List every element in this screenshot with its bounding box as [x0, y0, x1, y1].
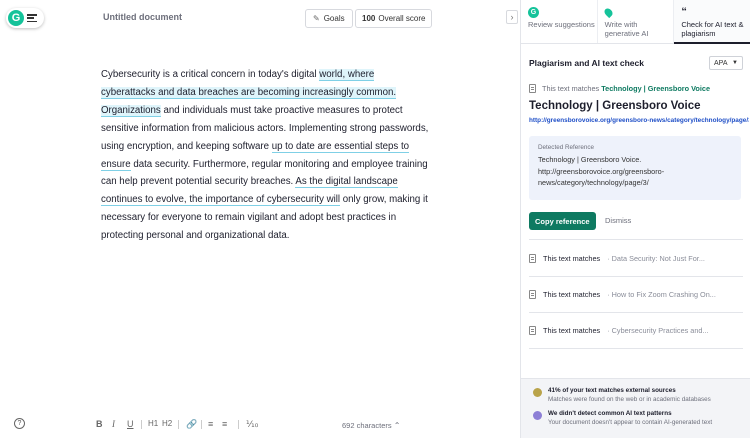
source-title: Technology | Greensboro Voice: [529, 100, 701, 112]
document-title[interactable]: Untitled document: [103, 12, 182, 22]
link-icon[interactable]: 🔗: [186, 419, 197, 430]
match-source: · Cybersecurity Practices and...: [607, 326, 709, 335]
document-icon: [529, 254, 536, 263]
match-label: This text matches: [543, 290, 601, 299]
panel-tabs: G Review suggestions Write with generati…: [521, 0, 750, 44]
assistant-panel: G Review suggestions Write with generati…: [520, 0, 750, 438]
pin-icon: [602, 6, 614, 18]
copy-reference-button[interactable]: Copy reference: [529, 212, 596, 230]
tab-plagiarism-check[interactable]: “ Check for AI text & plagiarism: [674, 0, 750, 44]
chevron-right-icon: ›: [510, 12, 514, 22]
score-label: Overall score: [378, 14, 426, 23]
match-prefix: This text matches: [542, 84, 600, 93]
plagiarism-summary-subtitle: Matches were found on the web or in acad…: [548, 396, 711, 403]
ai-detection-icon: [533, 411, 542, 420]
caret-down-icon: ▼: [732, 60, 738, 66]
tab-generative-ai[interactable]: Write with generative AI: [598, 0, 675, 43]
match-label: This text matches: [543, 326, 601, 335]
clear-format-icon[interactable]: ⅒: [246, 419, 258, 430]
citation-style-select[interactable]: APA ▼: [709, 56, 743, 70]
document-icon: [529, 290, 536, 299]
paragraph-text: Cybersecurity is a critical concern in t…: [101, 69, 320, 80]
collapse-panel-button[interactable]: ›: [506, 10, 518, 24]
match-source: · How to Fix Zoom Crashing On...: [607, 290, 716, 299]
reference-text: Technology | Greensboro Voice. http://gr…: [538, 155, 665, 187]
grammarly-logo-icon: G: [8, 10, 24, 26]
app-menu-button[interactable]: G: [6, 8, 44, 28]
toolbar-divider: [178, 420, 179, 429]
underline-button[interactable]: U: [127, 419, 134, 429]
goals-icon: ✎: [313, 14, 320, 23]
ai-summary-title: We didn't detect common AI text patterns: [548, 410, 672, 417]
detected-reference-box: Detected Reference Technology | Greensbo…: [529, 136, 741, 200]
tab-label: Write with generative AI: [604, 20, 649, 38]
match-source: · Data Security: Not Just For...: [607, 254, 705, 263]
tab-review-suggestions[interactable]: G Review suggestions: [521, 0, 598, 43]
document-icon: [529, 326, 536, 335]
goals-button[interactable]: ✎ Goals: [305, 9, 353, 28]
character-count[interactable]: 692 characters ⌃: [342, 421, 400, 430]
tab-label: Check for AI text & plagiarism: [681, 20, 744, 38]
editor-area: G Untitled document ✎ Goals 100 Overall …: [0, 0, 520, 438]
ai-summary-subtitle: Your document doesn't appear to contain …: [548, 419, 713, 426]
chevron-up-icon: ⌃: [393, 421, 401, 430]
italic-button[interactable]: I: [112, 419, 115, 429]
check-summary-footer: 41% of your text matches external source…: [521, 378, 750, 438]
bold-button[interactable]: B: [96, 419, 103, 429]
active-match-line: This text matches Technology | Greensbor…: [529, 84, 710, 93]
toolbar-divider: [201, 420, 202, 429]
match-list-item[interactable]: This text matches · How to Fix Zoom Cras…: [529, 277, 743, 313]
match-list-item[interactable]: This text matches · Data Security: Not J…: [529, 241, 743, 277]
quote-icon: “: [681, 6, 687, 18]
document-icon: [529, 84, 536, 93]
panel-title: Plagiarism and AI text check: [529, 58, 644, 68]
match-label: This text matches: [543, 254, 601, 263]
toolbar-divider: [238, 420, 239, 429]
heading2-button[interactable]: H2: [162, 419, 172, 428]
menu-icon: [27, 14, 37, 22]
format-toolbar: ? B I U H1 H2 🔗 ≡ ≡ ⅒ 692 characters ⌃: [0, 415, 520, 437]
ordered-list-icon[interactable]: ≡: [208, 419, 213, 429]
toolbar-divider: [141, 420, 142, 429]
tab-label: Review suggestions: [528, 20, 595, 29]
divider: [529, 239, 743, 240]
plagiarism-icon: [533, 388, 542, 397]
source-url-link[interactable]: http://greensborovoice.org/greensboro-ne…: [529, 117, 749, 124]
match-source: Technology | Greensboro Voice: [601, 84, 711, 93]
score-value: 100: [362, 14, 376, 23]
citation-style-value: APA: [714, 59, 728, 67]
bullet-list-icon[interactable]: ≡: [222, 419, 227, 429]
plagiarism-summary-title: 41% of your text matches external source…: [548, 387, 676, 394]
document-body[interactable]: Cybersecurity is a critical concern in t…: [101, 66, 431, 245]
grammarly-icon: G: [528, 6, 539, 18]
reference-label: Detected Reference: [538, 144, 595, 151]
help-icon[interactable]: ?: [14, 418, 25, 429]
dismiss-button[interactable]: Dismiss: [605, 216, 631, 225]
heading1-button[interactable]: H1: [148, 419, 158, 428]
goals-label: Goals: [323, 14, 345, 23]
overall-score-button[interactable]: 100 Overall score: [355, 9, 433, 28]
match-list-item[interactable]: This text matches · Cybersecurity Practi…: [529, 313, 743, 349]
character-count-label: 692 characters: [342, 421, 392, 430]
